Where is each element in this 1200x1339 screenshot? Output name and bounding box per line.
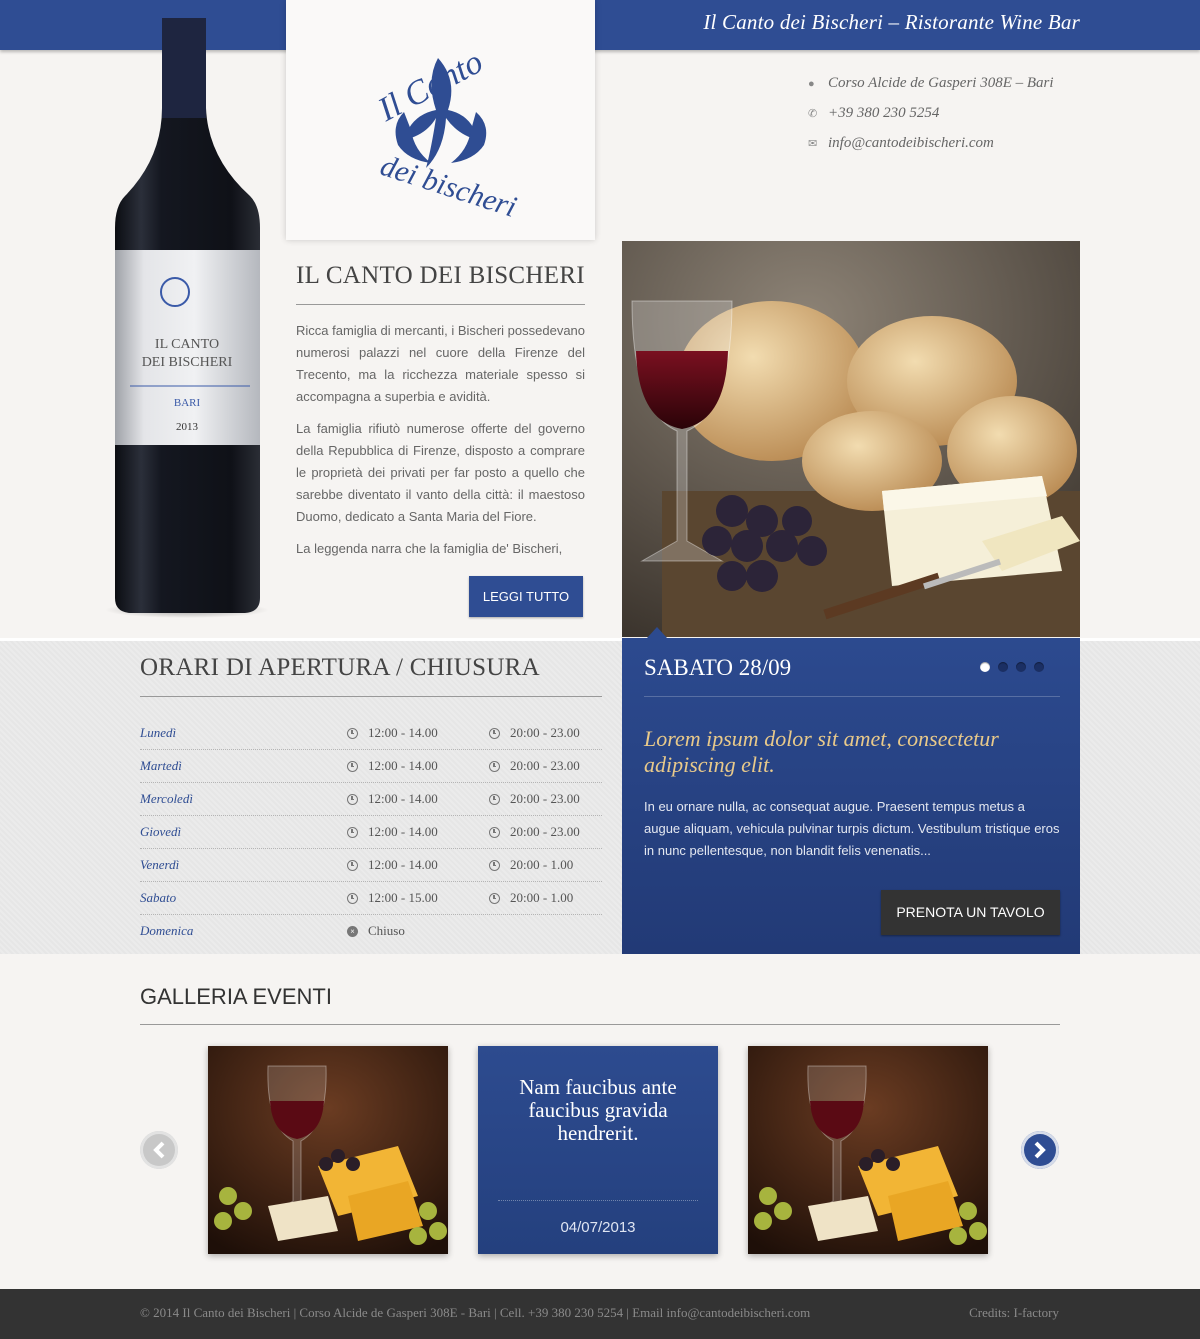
gallery-event-title: Nam faucibus ante faucibus gravida hendr… [519, 1075, 677, 1145]
hours-slot-lunch: 12:00 - 14.00 [368, 725, 438, 740]
hours-day: Giovedì [140, 824, 182, 839]
gallery-photo-wine-cheese[interactable] [208, 1046, 448, 1254]
contact-address: ● Corso Alcide de Gasperi 308E – Bari [808, 75, 1054, 91]
hours-slot-lunch: 12:00 - 14.00 [368, 758, 438, 773]
clock-icon [489, 793, 500, 805]
gallery-next-button[interactable] [1021, 1131, 1059, 1169]
gallery-photo-wine-cheese[interactable] [748, 1046, 988, 1254]
hours-day: Venerdì [140, 857, 180, 872]
hours-slot-lunch: 12:00 - 14.00 [368, 824, 438, 839]
gallery-event-card[interactable]: Nam faucibus ante faucibus gravida hendr… [478, 1046, 718, 1254]
hours-slot-closed: Chiuso [368, 923, 405, 938]
clock-icon [347, 859, 358, 871]
hours-slot-lunch: 12:00 - 14.00 [368, 857, 438, 872]
contact-email[interactable]: ✉ info@cantodeibischeri.com [808, 135, 994, 152]
clock-icon [489, 859, 500, 871]
event-headline: Lorem ipsum dolor sit amet, consectetur … [644, 726, 999, 777]
logo-text-bottom: dei bischeri [377, 149, 521, 224]
slider-dot-1[interactable] [980, 662, 990, 672]
hours-title: ORARI DI APERTURA / CHIUSURA [140, 654, 602, 697]
hours-row: Lunedì 12:00 - 14.00 20:00 - 23.00 [140, 717, 602, 750]
logo-panel: Il Canto dei bischeri [286, 0, 595, 240]
envelope-icon: ✉ [808, 138, 818, 150]
wine-bottle-image: IL CANTO DEI BISCHERI BARI 2013 [105, 18, 269, 618]
hero-photo-bread-wine-cheese [622, 241, 1080, 637]
event-date: SABATO 28/09 [644, 655, 792, 680]
hours-day: Sabato [140, 890, 177, 905]
hours-slot-lunch: 12:00 - 15.00 [368, 890, 438, 905]
slider-dot-3[interactable] [1016, 662, 1026, 672]
gallery-title: GALLERIA EVENTI [140, 984, 1060, 1025]
hours-slot-dinner: 20:00 - 23.00 [510, 824, 580, 839]
bottle-label-city: BARI [174, 397, 201, 409]
intro-paragraph: La famiglia rifiutò numerose offerte del… [296, 421, 585, 524]
event-description: In eu ornare nulla, ac consequat augue. … [644, 799, 1060, 858]
event-divider [644, 696, 1060, 697]
hours-day: Martedì [140, 758, 182, 773]
hours-slot-dinner: 20:00 - 23.00 [510, 725, 580, 740]
hours-slot-dinner: 20:00 - 23.00 [510, 758, 580, 773]
hours-row: Domenica × Chiuso [140, 915, 602, 948]
hours-slot-dinner: 20:00 - 1.00 [510, 857, 574, 872]
hours-row: Sabato 12:00 - 15.00 20:00 - 1.00 [140, 882, 602, 915]
logo[interactable]: Il Canto dei bischeri [286, 0, 595, 240]
clock-icon [347, 760, 358, 772]
hours-row: Mercoledì 12:00 - 14.00 20:00 - 23.00 [140, 783, 602, 816]
closed-icon: × [347, 925, 358, 937]
gallery-prev-button[interactable] [140, 1131, 178, 1169]
read-more-button[interactable]: LEGGI TUTTO [469, 576, 583, 617]
clock-icon [489, 892, 500, 904]
hours-row: Venerdì 12:00 - 14.00 20:00 - 1.00 [140, 849, 602, 882]
chevron-left-icon [153, 1141, 165, 1159]
footer: © 2014 Il Canto dei Bischeri | Corso Alc… [0, 1289, 1200, 1339]
clock-icon [347, 892, 358, 904]
bottle-label-line2: DEI BISCHERI [142, 355, 233, 370]
clock-icon [347, 727, 358, 739]
chevron-right-icon [1034, 1141, 1046, 1159]
book-table-button[interactable]: PRENOTA UN TAVOLO [881, 890, 1060, 935]
gallery-event-date: 04/07/2013 [560, 1219, 636, 1236]
event-pointer-arrow [647, 627, 667, 638]
clock-icon [489, 826, 500, 838]
map-pin-icon: ● [808, 77, 815, 90]
footer-credits[interactable]: Credits: I-factory [969, 1305, 1059, 1321]
clock-icon [489, 727, 500, 739]
footer-info: © 2014 Il Canto dei Bischeri | Corso Alc… [140, 1305, 811, 1320]
hours-day: Mercoledì [140, 791, 193, 806]
hours-day: Lunedì [140, 725, 177, 740]
clock-icon [347, 826, 358, 838]
slider-dot-2[interactable] [998, 662, 1008, 672]
contact-phone[interactable]: ✆ +39 380 230 5254 [808, 105, 939, 122]
hours-slot-dinner: 20:00 - 23.00 [510, 791, 580, 806]
intro-title: IL CANTO DEI BISCHERI [296, 262, 585, 305]
hours-row: Giovedì 12:00 - 14.00 20:00 - 23.00 [140, 816, 602, 849]
hours-slot-lunch: 12:00 - 14.00 [368, 791, 438, 806]
phone-icon: ✆ [808, 108, 818, 120]
site-title: Il Canto dei Bischeri – Ristorante Wine … [703, 10, 1080, 34]
hours-slot-dinner: 20:00 - 1.00 [510, 890, 574, 905]
hours-day: Domenica [140, 923, 194, 938]
bottle-label-year: 2013 [176, 421, 199, 433]
intro-paragraph: Ricca famiglia di mercanti, i Bischeri p… [296, 323, 586, 404]
slider-dot-4[interactable] [1034, 662, 1044, 672]
clock-icon [347, 793, 358, 805]
clock-icon [489, 760, 500, 772]
bottle-label-line1: IL CANTO [155, 337, 219, 352]
hours-row: Martedì 12:00 - 14.00 20:00 - 23.00 [140, 750, 602, 783]
gallery-event-divider [498, 1200, 698, 1201]
intro-paragraph: La leggenda narra che la famiglia de' Bi… [296, 541, 563, 556]
